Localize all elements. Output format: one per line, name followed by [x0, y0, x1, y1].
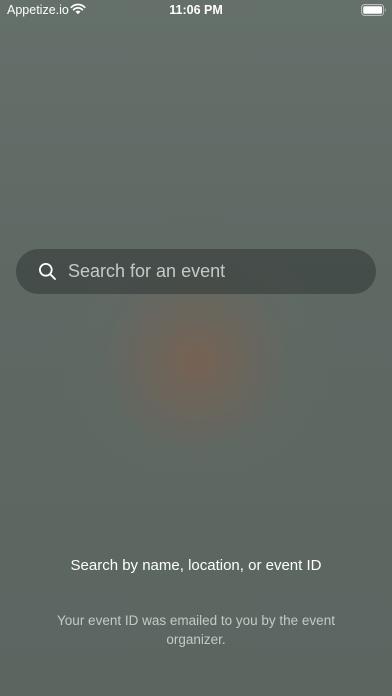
status-bar: Appetize.io 11:06 PM	[0, 0, 392, 22]
search-icon	[39, 263, 56, 280]
blurred-background	[0, 0, 392, 696]
battery-icon	[361, 4, 386, 16]
status-time: 11:06 PM	[169, 3, 223, 17]
search-hint-subtitle: Your event ID was emailed to you by the …	[57, 613, 335, 647]
search-bar[interactable]	[16, 249, 376, 294]
search-hint-title: Search by name, location, or event ID	[70, 557, 322, 574]
search-input[interactable]	[68, 249, 358, 294]
